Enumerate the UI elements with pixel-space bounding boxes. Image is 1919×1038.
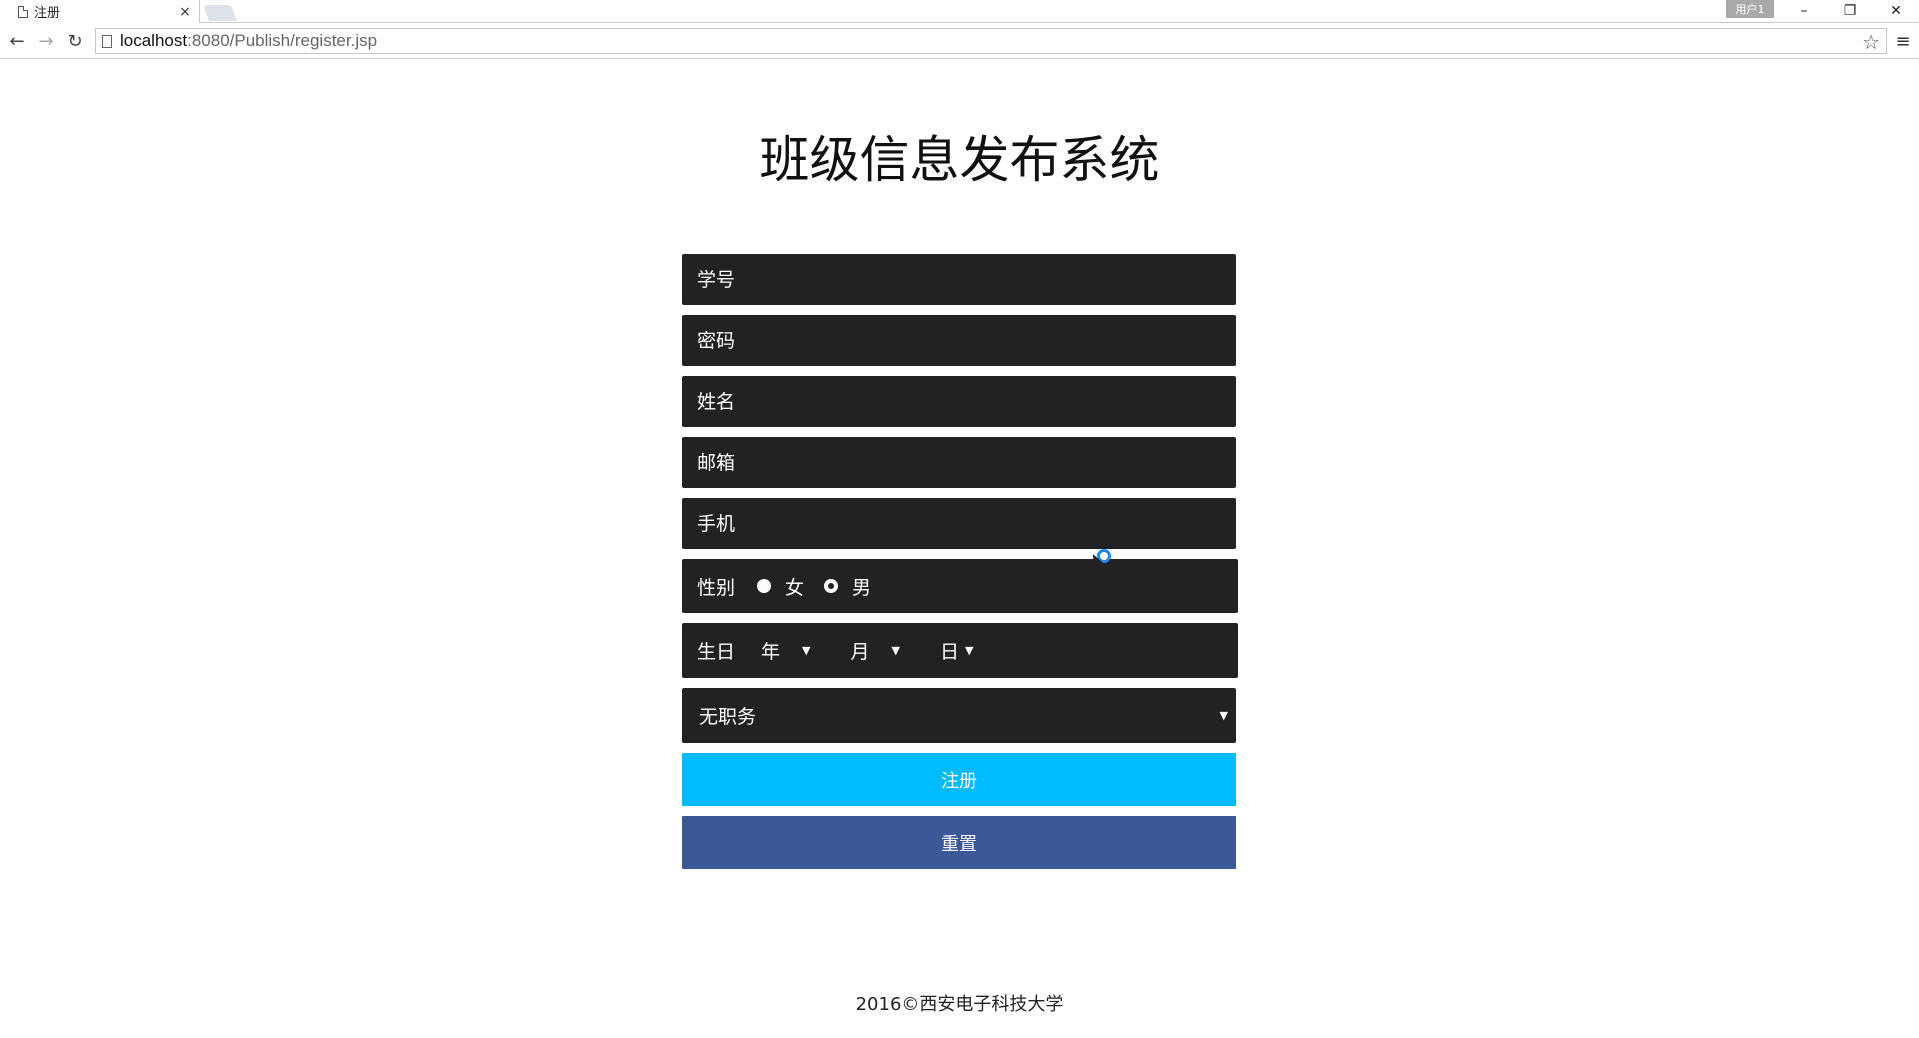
browser-menu-icon[interactable]: ≡ xyxy=(1893,29,1913,53)
student-id-field xyxy=(682,254,1236,305)
register-button[interactable]: 注册 xyxy=(682,753,1236,806)
tab-title: 注册 xyxy=(34,6,61,21)
minimize-icon[interactable]: – xyxy=(1784,0,1824,22)
url-host: localhost xyxy=(120,31,188,50)
birth-month-label: 月 xyxy=(850,641,870,663)
student-id-input[interactable] xyxy=(697,254,1236,305)
birth-year-select[interactable]: 年 ▼ xyxy=(761,637,810,664)
close-window-icon[interactable]: ✕ xyxy=(1876,0,1916,22)
role-selected-value: 无职务 xyxy=(699,706,757,728)
browser-tab[interactable]: 注册 × xyxy=(0,0,200,23)
name-input[interactable] xyxy=(697,376,1236,427)
register-form: 性别 女 男 生日 年 ▼ 月 ▼ 日 ▼ 无职务 ▼ 注册 重置 xyxy=(682,254,1238,879)
back-icon[interactable]: ← xyxy=(5,29,29,53)
birth-month-select[interactable]: 月 ▼ xyxy=(851,637,900,664)
password-field xyxy=(682,315,1236,366)
chevron-down-icon: ▼ xyxy=(802,644,811,657)
browser-tab-bar: 注册 × 用户1 – ❐ ✕ xyxy=(0,0,1919,23)
url-path: :8080/Publish/register.jsp xyxy=(187,31,378,50)
page-title: 班级信息发布系统 xyxy=(759,131,1160,189)
password-input[interactable] xyxy=(697,315,1236,366)
gender-male-radio[interactable] xyxy=(824,579,839,593)
forward-icon[interactable]: → xyxy=(34,29,58,53)
restore-icon[interactable]: ❐ xyxy=(1830,0,1870,22)
footer-copyright: 2016©西安电子科技大学 xyxy=(855,994,1064,1015)
chevron-down-icon: ▼ xyxy=(965,644,974,657)
chevron-down-icon: ▼ xyxy=(1219,709,1228,722)
reset-button[interactable]: 重置 xyxy=(682,816,1236,869)
birth-year-label: 年 xyxy=(761,641,781,663)
page-icon xyxy=(18,5,28,18)
gender-field: 性别 女 男 xyxy=(682,559,1238,613)
name-field xyxy=(682,376,1236,427)
email-input[interactable] xyxy=(697,437,1236,488)
close-tab-icon[interactable]: × xyxy=(177,4,193,20)
birth-day-select[interactable]: 日 ▼ xyxy=(940,637,973,664)
birthday-label: 生日 xyxy=(697,641,736,663)
gender-male-label: 男 xyxy=(852,576,872,599)
user-profile-badge[interactable]: 用户1 xyxy=(1726,0,1774,18)
phone-field xyxy=(682,498,1236,549)
bookmark-star-icon[interactable]: ☆ xyxy=(1862,30,1880,55)
gender-female-radio[interactable] xyxy=(757,579,772,593)
email-field xyxy=(682,437,1236,488)
gender-label: 性别 xyxy=(697,576,736,599)
birth-day-label: 日 xyxy=(939,641,959,663)
chevron-down-icon: ▼ xyxy=(891,644,900,657)
new-tab-button[interactable] xyxy=(203,5,237,21)
phone-input[interactable] xyxy=(697,498,1236,549)
document-icon xyxy=(102,34,112,48)
reload-icon[interactable]: ↻ xyxy=(63,29,87,53)
browser-toolbar: ← → ↻ localhost :8080/Publish/register.j… xyxy=(0,23,1919,59)
gender-female-label: 女 xyxy=(785,576,805,599)
address-bar[interactable]: localhost :8080/Publish/register.jsp ☆ xyxy=(95,28,1887,54)
role-select[interactable]: 无职务 ▼ xyxy=(682,688,1236,743)
birthday-field: 生日 年 ▼ 月 ▼ 日 ▼ xyxy=(682,623,1238,678)
